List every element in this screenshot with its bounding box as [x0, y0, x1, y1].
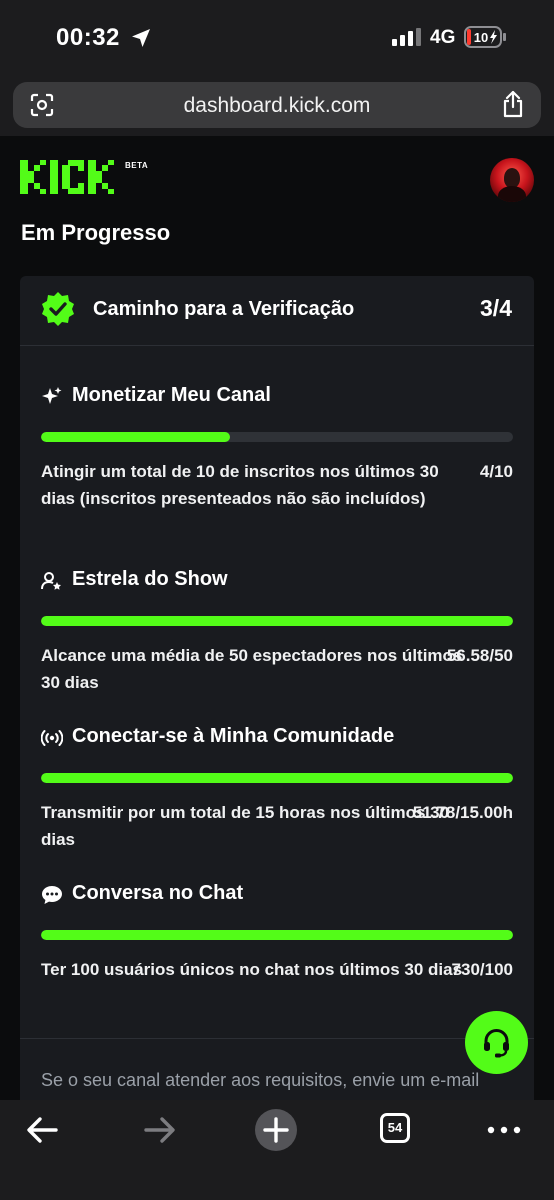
broadcast-icon: [41, 730, 63, 746]
progress-value: 56.58/50: [446, 646, 513, 665]
card-step-count: 3/4: [480, 295, 512, 321]
user-star-icon: [41, 572, 61, 590]
section-title: Estrela do Show: [72, 568, 228, 590]
card-header: Caminho para a Verificação 3/4: [20, 276, 534, 346]
chat-bubble-icon: [42, 886, 62, 904]
progress-fill: [41, 930, 513, 940]
progress-value: 4/10: [479, 462, 513, 481]
verification-card: Caminho para a Verificação 3/4 Monetizar…: [20, 276, 534, 1100]
page-content: BETA Em Progresso Caminho para a Verific…: [0, 136, 554, 1100]
divider: [20, 1038, 534, 1039]
battery-icon: 10: [464, 26, 506, 48]
tabs-count: 54: [380, 1113, 410, 1143]
progress-bar: [41, 930, 513, 940]
network-type: 4G: [430, 27, 456, 48]
avatar-face: [504, 168, 520, 188]
beta-badge: BETA: [125, 161, 149, 170]
avatar[interactable]: [490, 158, 534, 202]
progress-value: 51.78/15.00h: [412, 803, 513, 822]
requirement-text: Ter 100 usuários únicos no chat nos últi…: [41, 960, 463, 979]
section-title: Conversa no Chat: [72, 882, 244, 904]
card-title: Caminho para a Verificação: [93, 298, 355, 320]
progress-fill: [41, 616, 513, 626]
progress-fill: [41, 773, 513, 783]
share-icon[interactable]: [501, 90, 525, 118]
section-title: Conectar-se à Minha Comunidade: [72, 725, 395, 747]
back-arrow-icon[interactable]: [22, 1108, 66, 1152]
sparkles-icon: [42, 387, 62, 404]
tabs-button[interactable]: 54: [380, 1113, 424, 1157]
progress-bar: [41, 773, 513, 783]
location-arrow-icon: [132, 29, 150, 47]
requirement-text: Transmitir por um total de 15 horas nos …: [41, 803, 450, 849]
url-bar[interactable]: dashboard.kick.com: [13, 82, 541, 128]
progress-bar: [41, 616, 513, 626]
support-chat-button[interactable]: [465, 1011, 528, 1074]
headset-icon: [484, 1029, 509, 1058]
browser-top-bar: dashboard.kick.com: [0, 76, 554, 136]
signal-icon: [392, 28, 421, 46]
browser-toolbar: 54: [0, 1100, 554, 1200]
url-text[interactable]: dashboard.kick.com: [13, 94, 541, 118]
battery-level: 10: [474, 30, 488, 45]
forward-arrow-icon[interactable]: [138, 1108, 182, 1152]
avatar-body: [498, 186, 526, 202]
section-title: Monetizar Meu Canal: [72, 384, 271, 406]
more-options-icon[interactable]: [482, 1108, 526, 1152]
clock: 00:32: [56, 24, 120, 51]
status-bar: 00:32 4G 10: [0, 0, 554, 76]
page-title: Em Progresso: [21, 220, 171, 245]
new-tab-plus-icon[interactable]: [254, 1108, 298, 1152]
kick-logo[interactable]: [20, 160, 124, 194]
progress-fill: [41, 432, 230, 442]
footer-note: Se o seu canal atender aos requisitos, e…: [41, 1070, 480, 1090]
requirement-text: Alcance uma média de 50 espectadores nos…: [41, 646, 463, 692]
progress-value: 730/100: [451, 960, 513, 979]
requirement-text: Atingir um total de 10 de inscritos nos …: [41, 462, 439, 508]
progress-bar: [41, 432, 513, 442]
verified-badge-icon: [42, 292, 74, 326]
